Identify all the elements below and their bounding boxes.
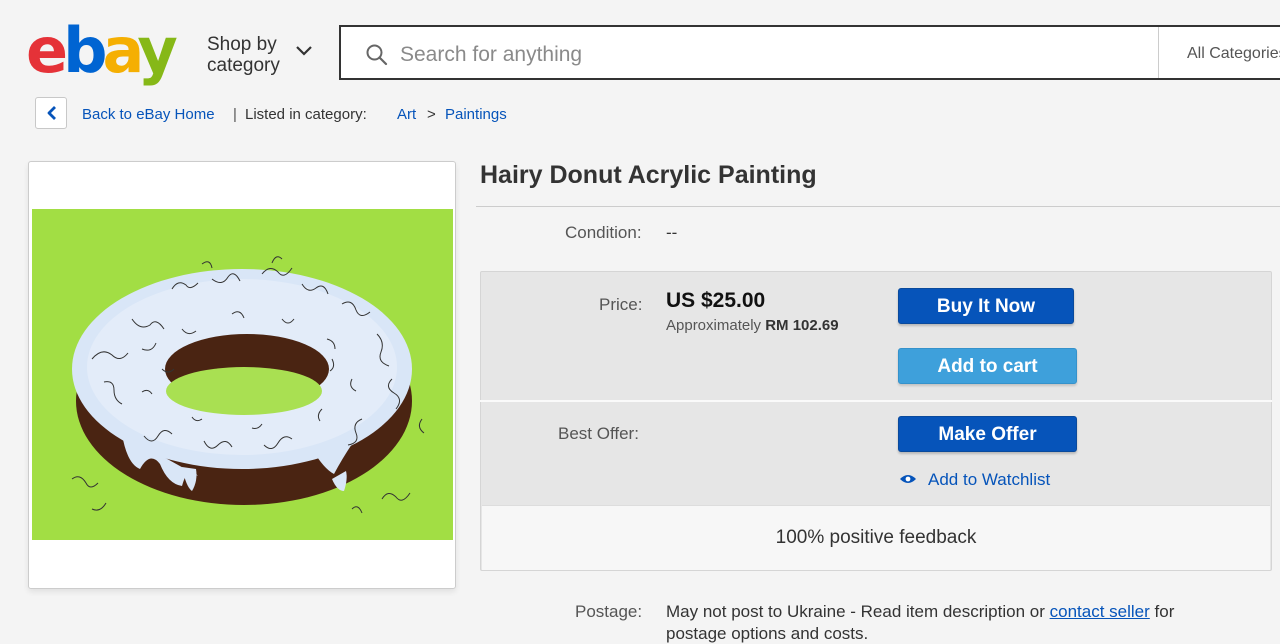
condition-value: -- (666, 223, 678, 242)
donut-painting-image[interactable] (32, 209, 453, 540)
price-label: Price: (599, 295, 643, 314)
category-label: category (207, 55, 280, 76)
ebay-logo[interactable]: ebay (26, 18, 178, 84)
approx-prefix: Approximately (666, 317, 762, 334)
postage-description: May not post to Ukraine - Read item desc… (666, 602, 1045, 621)
breadcrumb-separator: | (233, 106, 237, 123)
listed-in-label: Listed in category: (245, 106, 367, 123)
breadcrumb-art[interactable]: Art (397, 106, 416, 123)
contact-seller-link[interactable]: contact seller (1050, 602, 1150, 621)
add-to-watchlist-link[interactable]: Add to Watchlist (928, 470, 1050, 490)
approx-value: RM 102.69 (765, 317, 839, 334)
best-offer-label: Best Offer: (558, 424, 639, 443)
add-to-cart-button[interactable]: Add to cart (898, 348, 1077, 384)
positive-feedback-text: 100% positive feedback (775, 527, 977, 548)
feedback-box: 100% positive feedback (482, 505, 1270, 570)
postage-suffix: for (1154, 602, 1175, 621)
condition-label: Condition: (565, 223, 642, 242)
item-image-card[interactable] (28, 161, 456, 589)
eye-icon (900, 475, 916, 483)
chevron-down-icon[interactable] (294, 44, 314, 58)
back-to-home-link[interactable]: Back to eBay Home (82, 106, 215, 123)
postage-label: Postage: (575, 602, 643, 621)
title-divider (476, 206, 1280, 207)
breadcrumb-paintings[interactable]: Paintings (445, 106, 507, 123)
postage-text: May not post to Ukraine - Read item desc… (666, 602, 1174, 622)
postage-continuation: postage options and costs. (666, 624, 869, 643)
price-box-divider (480, 400, 1272, 402)
buy-it-now-button[interactable]: Buy It Now (898, 288, 1074, 324)
shop-by-category-button[interactable]: Shop by category (207, 34, 280, 76)
back-button[interactable] (35, 97, 67, 129)
chevron-left-icon (47, 106, 56, 120)
item-title: Hairy Donut Acrylic Painting (480, 161, 817, 189)
price-value: US $25.00 (666, 289, 766, 312)
breadcrumb-arrow: > (427, 106, 436, 123)
search-icon (366, 44, 388, 66)
approx-price: Approximately RM 102.69 (666, 317, 839, 334)
shop-by-label: Shop by (207, 34, 277, 55)
search-divider (1158, 27, 1159, 78)
search-input[interactable] (400, 40, 1100, 70)
category-select[interactable]: All Categories (1187, 45, 1280, 63)
make-offer-button[interactable]: Make Offer (898, 416, 1077, 452)
